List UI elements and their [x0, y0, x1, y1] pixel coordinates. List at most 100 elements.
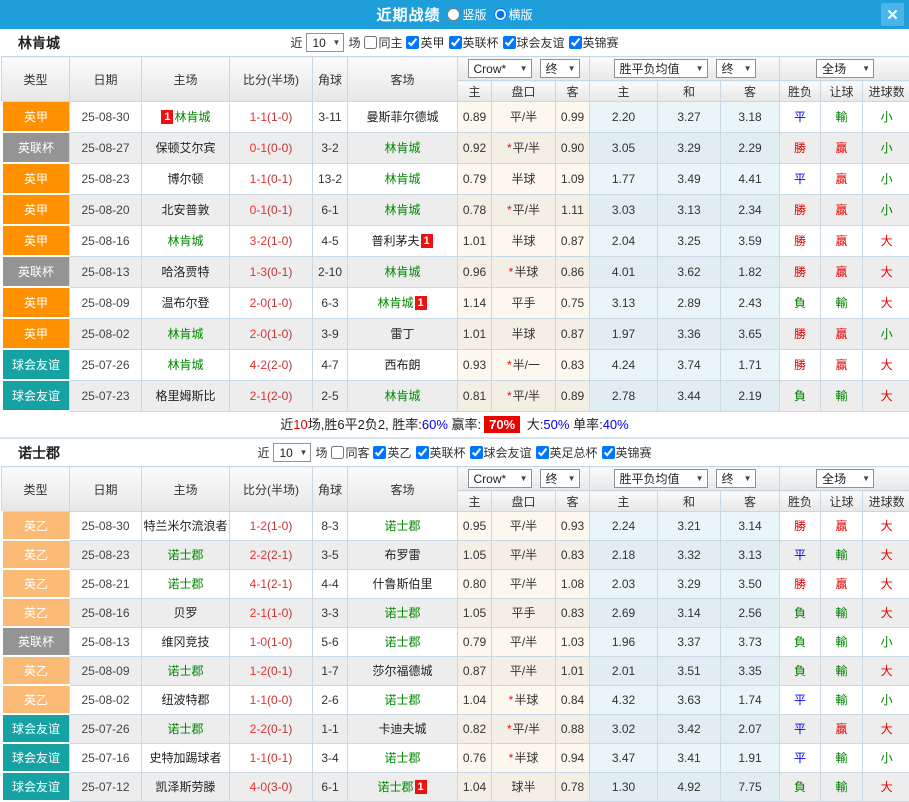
league-filter-checkbox[interactable]: 英足总杯	[536, 444, 598, 461]
scope-select[interactable]: 全场▼	[816, 59, 874, 78]
league-type-badge: 英乙	[2, 598, 70, 627]
league-checkbox-input[interactable]	[503, 36, 516, 49]
red-number-badge: 1	[415, 296, 427, 310]
match-count-select[interactable]: 10▼	[273, 443, 311, 462]
sub-header-handicap: 盘口	[492, 491, 556, 512]
odds-home: 1.01	[458, 225, 492, 256]
mean-draw: 3.32	[658, 540, 721, 569]
subject-team-name: 林肯城	[377, 296, 413, 310]
league-filter-label: 英乙	[387, 444, 411, 461]
league-type-badge: 球会友谊	[2, 772, 70, 801]
league-checkbox-input[interactable]	[536, 446, 549, 459]
same-venue-checkbox-input[interactable]	[364, 36, 377, 49]
league-filter-checkbox[interactable]: 球会友谊	[470, 444, 532, 461]
vertical-layout-radio[interactable]	[447, 8, 460, 21]
same-venue-checkbox[interactable]: 同客	[331, 444, 369, 461]
games-label: 场	[315, 444, 327, 461]
layout-option-horizontal[interactable]: 横版	[494, 6, 533, 23]
bookmaker-select[interactable]: Crow*▼	[468, 59, 532, 78]
opponent-team-name: 保顿艾尔宾	[155, 141, 215, 155]
match-score: 4-1(2-1)	[230, 569, 313, 598]
match-date: 25-08-20	[70, 194, 142, 225]
bookmaker-select[interactable]: Crow*▼	[468, 469, 532, 488]
match-date: 25-07-26	[70, 714, 142, 743]
subject-team-name: 林肯城	[167, 358, 203, 372]
match-date: 25-08-02	[70, 318, 142, 349]
league-checkbox-input[interactable]	[449, 36, 462, 49]
horizontal-layout-radio[interactable]	[494, 8, 507, 21]
corner-count: 4-4	[313, 569, 348, 598]
match-score: 1-2(1-0)	[230, 512, 313, 541]
match-table: 类型 日期 主场 比分(半场) 角球 客场 Crow*▼ 终▼ 胜平负均	[0, 56, 909, 412]
league-filter-checkbox[interactable]: 球会友谊	[503, 34, 565, 51]
opponent-team-name: 哈洛贾特	[161, 265, 209, 279]
same-venue-checkbox-input[interactable]	[331, 446, 344, 459]
odds-away: 0.75	[556, 287, 590, 318]
league-checkbox-input[interactable]	[373, 446, 386, 459]
mean-odds-select[interactable]: 胜平负均值▼	[614, 469, 708, 488]
result-handicap: 贏	[821, 512, 863, 541]
league-checkbox-input[interactable]	[602, 446, 615, 459]
league-checkbox-input[interactable]	[406, 36, 419, 49]
match-row: 英乙25-08-21诺士郡4-1(2-1)4-4什鲁斯伯里0.80平/半1.08…	[2, 569, 909, 598]
league-filter-checkbox[interactable]: 英乙	[373, 444, 411, 461]
opponent-team-name: 特兰米尔流浪者	[143, 519, 227, 533]
chevron-down-icon: ▼	[744, 64, 752, 73]
corner-count: 5-6	[313, 627, 348, 656]
result-group-header: 全场▼	[780, 57, 909, 81]
result-goals: 大	[863, 349, 909, 380]
match-date: 25-08-30	[70, 102, 142, 133]
league-type-badge: 英甲	[2, 287, 70, 318]
layout-option-vertical[interactable]: 竖版	[447, 6, 486, 23]
mean-time-select[interactable]: 终▼	[716, 59, 756, 78]
result-handicap: 輸	[821, 772, 863, 801]
mean-home: 2.18	[590, 540, 658, 569]
same-venue-checkbox[interactable]: 同主	[364, 34, 402, 51]
mean-draw: 3.51	[658, 656, 721, 685]
close-button[interactable]: ✕	[881, 3, 904, 26]
result-handicap: 輸	[821, 743, 863, 772]
result-outcome: 平	[780, 743, 821, 772]
record-summary: 近10场,胜6平2负2, 胜率:60% 赢率:70% 大:50% 单率:40%	[0, 412, 909, 439]
mean-away: 2.34	[721, 194, 780, 225]
early-odds-star-icon: *	[509, 751, 514, 765]
home-team: 温布尔登	[142, 287, 230, 318]
league-filter-checkbox[interactable]: 英甲	[406, 34, 444, 51]
match-date: 25-08-13	[70, 627, 142, 656]
corner-count: 3-11	[313, 102, 348, 133]
match-row: 英甲25-08-16林肯城3-2(1-0)4-5普利茅夫11.01半球0.872…	[2, 225, 909, 256]
result-goals: 大	[863, 656, 909, 685]
subject-team-name: 林肯城	[384, 265, 420, 279]
league-filter-checkbox[interactable]: 英联杯	[449, 34, 499, 51]
opponent-team-name: 格里姆斯比	[155, 389, 215, 403]
full-score: 0-1	[250, 203, 267, 217]
home-team: 保顿艾尔宾	[142, 132, 230, 163]
league-filter-checkbox[interactable]: 英锦赛	[569, 34, 619, 51]
mean-away: 2.43	[721, 287, 780, 318]
odds-home: 0.79	[458, 163, 492, 194]
league-checkbox-input[interactable]	[569, 36, 582, 49]
match-row: 球会友谊25-07-16史特加踢球者1-1(0-1)3-4诺士郡0.76*半球0…	[2, 743, 909, 772]
sub-header-wdl: 胜负	[780, 491, 821, 512]
mean-group-header: 胜平负均值▼ 终▼	[590, 57, 780, 81]
odds-time-select[interactable]: 终▼	[540, 469, 580, 488]
mean-odds-select[interactable]: 胜平负均值▼	[614, 59, 708, 78]
sub-header-handicap: 盘口	[492, 81, 556, 102]
league-filter-checkbox[interactable]: 英锦赛	[602, 444, 652, 461]
mean-away: 2.19	[721, 380, 780, 411]
league-checkbox-input[interactable]	[416, 446, 429, 459]
result-outcome: 勝	[780, 349, 821, 380]
odds-group-header: Crow*▼ 终▼	[458, 57, 590, 81]
opponent-team-name: 史特加踢球者	[149, 751, 221, 765]
odds-time-select[interactable]: 终▼	[540, 59, 580, 78]
scope-select[interactable]: 全场▼	[816, 469, 874, 488]
match-count-select[interactable]: 10▼	[306, 33, 344, 52]
match-rows: 英甲25-08-301林肯城1-1(1-0)3-11曼斯菲尔德城0.89平/半0…	[2, 102, 909, 412]
league-checkbox-input[interactable]	[470, 446, 483, 459]
mean-home: 3.47	[590, 743, 658, 772]
mean-home: 4.24	[590, 349, 658, 380]
odds-away: 0.84	[556, 685, 590, 714]
mean-time-select[interactable]: 终▼	[716, 469, 756, 488]
half-score: (1-0)	[267, 110, 292, 124]
league-filter-checkbox[interactable]: 英联杯	[416, 444, 466, 461]
